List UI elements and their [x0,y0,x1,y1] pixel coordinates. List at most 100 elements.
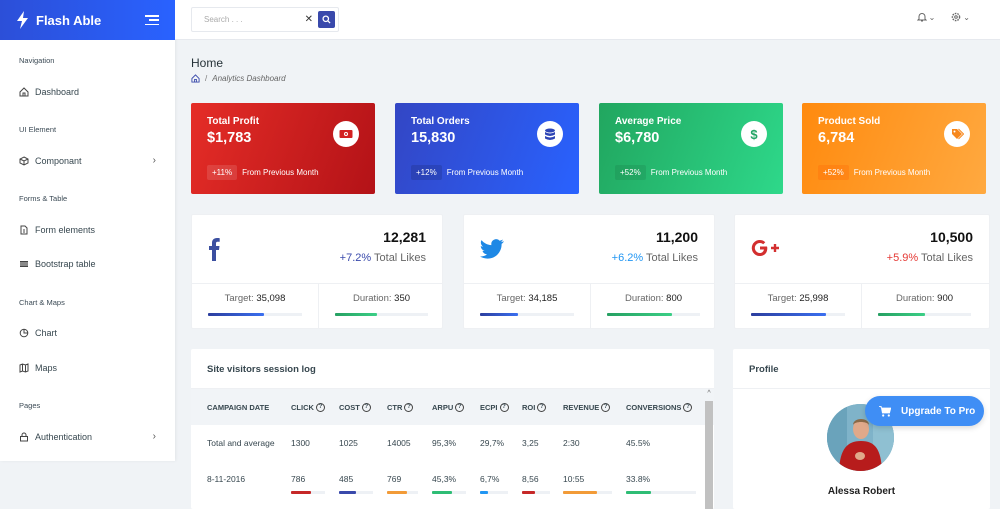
table-icon [19,259,29,269]
sidebar-item-componant[interactable]: Componant › [0,144,175,179]
cell-value: 10:55 [563,474,585,484]
target-progress-fill [751,313,827,316]
sidebar-item-chart[interactable]: Chart [0,316,175,351]
dollar-icon: $ [741,121,767,147]
sidebar-item-label: Chart [35,328,58,339]
table-header-row: CAMPAIGN DATE CLICK? COST? CTR? ARPU? ECPI? RO… [191,389,714,425]
main-content: Home / Analytics Dashboard Total Profit … [191,40,990,509]
breadcrumb-item[interactable]: Analytics Dashboard [212,74,285,83]
stat-change-badge: +12% [411,165,442,180]
sidebar-item-authentication[interactable]: Authentication › [0,420,175,455]
breadcrumb: / Analytics Dashboard [191,74,990,83]
target-progress [751,313,845,316]
menu-toggle-icon[interactable] [145,15,159,25]
table-cell: 45.5% [626,438,706,448]
table-cell: 2:30 [563,438,626,448]
scrollbar-thumb[interactable] [705,401,713,509]
duration-progress [607,313,700,316]
help-icon[interactable]: ? [404,402,414,412]
likes-label: Total Likes [646,252,698,264]
column-header[interactable]: CONVERSIONS? [626,402,706,412]
cell-progress [387,491,418,494]
table-scrollbar[interactable]: ^ [704,389,714,509]
likes-count: 12,281 [383,229,426,245]
cell-progress-fill [387,491,408,494]
help-icon[interactable]: ? [537,402,547,412]
likes-change: +6.2% [611,252,644,264]
table-cell: 1300 [291,438,339,448]
column-header-label: CLICK [291,402,314,412]
social-card-google-plus: 10,500 +5.9% Total Likes Target: 25,998 … [734,214,990,329]
duration-label: Duration: [352,293,392,304]
column-header[interactable]: ROI? [522,402,563,412]
table-cell: 786 [291,474,339,494]
nav-caption: Navigation [19,56,55,65]
column-header[interactable]: CLICK? [291,402,339,412]
bell-icon [916,13,927,22]
sidebar-item-label: Dashboard [35,86,80,97]
search-box: ✕ [191,7,339,32]
settings-dropdown[interactable]: ⌄ [951,12,970,22]
help-icon[interactable]: ? [499,402,509,412]
cell-progress [432,491,466,494]
table-cell: 95,3% [432,438,480,448]
twitter-icon [480,239,504,264]
duration-section: Duration: 800 [590,283,716,329]
table-cell: 769 [387,474,432,494]
stat-note: From Previous Month [446,168,524,177]
table-cell: 485 [339,474,387,494]
column-header[interactable]: ARPU? [432,402,480,412]
cell-progress [563,491,612,494]
column-header[interactable]: COST? [339,402,387,412]
help-icon[interactable]: ? [601,402,611,412]
table-cell: Total and average [207,438,291,448]
sidebar-item-maps[interactable]: Maps [0,351,175,386]
column-header[interactable]: REVENUE? [563,402,626,412]
column-header-label: ARPU [432,402,454,412]
sidebar-item-bootstrap-table[interactable]: Bootstrap table [0,247,175,282]
upgrade-to-pro-button[interactable]: Upgrade To Pro [865,396,984,426]
upgrade-label: Upgrade To Pro [901,405,976,417]
scroll-up-icon[interactable]: ^ [704,389,714,399]
cell-progress [626,491,696,494]
session-log-table: CAMPAIGN DATE CLICK? COST? CTR? ARPU? ECPI? RO… [191,389,714,497]
profile-name: Alessa Robert [827,486,896,497]
column-header[interactable]: CAMPAIGN DATE [207,403,291,412]
column-header[interactable]: ECPI? [480,402,522,412]
cell-value: 485 [339,474,354,484]
help-icon[interactable]: ? [315,402,325,412]
cell-progress-fill [339,491,356,494]
cell-value: 14005 [387,438,411,448]
cell-progress-fill [291,491,312,494]
notifications-dropdown[interactable]: ⌄ [916,12,935,22]
search-input[interactable] [204,15,305,24]
stat-note: From Previous Month [242,168,319,177]
help-icon[interactable]: ? [455,402,465,412]
column-header-label: REVENUE [563,402,600,412]
stat-cards: Total Profit $1,783 +11% From Previous Mo… [191,103,990,194]
facebook-icon [208,237,220,266]
likes-label: Total Likes [374,252,426,264]
likes-change: +5.9% [886,252,919,264]
duration-progress-fill [335,313,377,316]
pie-chart-icon [19,328,29,338]
clear-search-icon[interactable]: ✕ [305,14,313,25]
money-icon [333,121,359,147]
nav-caption: Chart & Maps [19,297,65,307]
sidebar-item-dashboard[interactable]: Dashboard [0,75,175,110]
help-icon[interactable]: ? [361,402,371,412]
card-title: Site visitors session log [191,349,714,389]
table-row[interactable]: Total and average 1300 1025 14005 95,3% 29,7%… [191,425,714,461]
card-title: Profile [733,349,990,389]
home-icon[interactable] [191,74,200,83]
sidebar: Flash Able Navigation Dashboard UI Eleme… [0,0,175,461]
help-icon[interactable]: ? [683,402,693,412]
column-header[interactable]: CTR? [387,402,432,412]
search-button[interactable] [318,11,335,28]
sidebar-item-form-elements[interactable]: Form elements [0,213,175,248]
cell-value: 2:30 [563,438,580,448]
flash-icon [17,11,28,29]
cell-value: 8-11-2016 [207,474,246,484]
nav-caption: Forms & Table [19,194,68,203]
table-row[interactable]: 8-11-2016 786 485 769 45,3% 6,7% 8,56 10:55 33.8… [191,461,714,497]
